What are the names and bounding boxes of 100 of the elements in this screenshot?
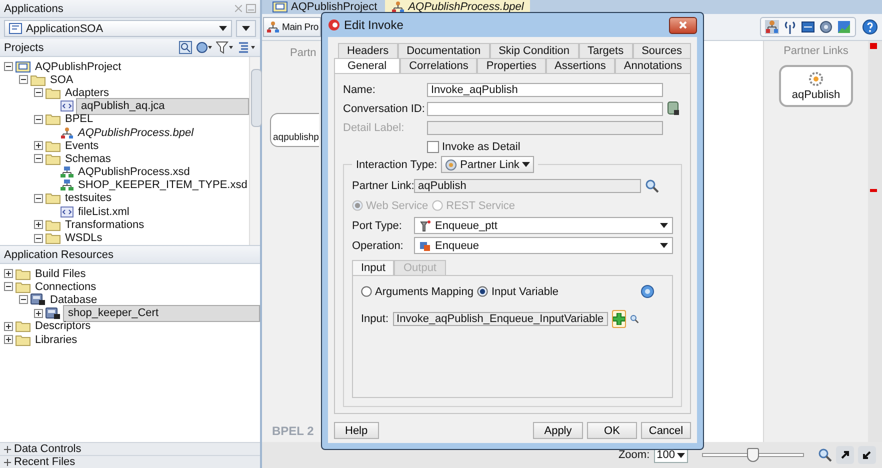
close-button[interactable]	[669, 16, 697, 34]
folder-icon	[15, 320, 31, 332]
collapse-toggle[interactable]	[4, 282, 13, 292]
name-field[interactable]: Invoke_aqPublish	[427, 82, 663, 96]
collapse-toggle[interactable]	[34, 194, 43, 203]
expand-button[interactable]	[836, 446, 854, 464]
tree-item[interactable]: Events	[63, 140, 101, 152]
expand-toggle[interactable]	[34, 308, 43, 318]
detail-field[interactable]	[427, 120, 663, 134]
collapsed-panel[interactable]: Recent Files	[0, 455, 260, 468]
tree-item[interactable]: SOA	[48, 74, 76, 86]
collapse-button[interactable]	[858, 446, 876, 464]
caret-icon	[242, 26, 250, 31]
tree-item[interactable]: testsuites	[63, 192, 114, 204]
error-marker[interactable]	[870, 189, 877, 192]
dialog-tab[interactable]: General	[334, 58, 400, 73]
collapse-toggle[interactable]	[4, 62, 13, 72]
close-icon	[679, 21, 687, 29]
dialog-tab[interactable]: Documentation	[398, 43, 490, 58]
scrollbar[interactable]	[249, 57, 260, 245]
tree-item[interactable]: Schemas	[63, 152, 113, 165]
dialog-button[interactable]: Help	[334, 422, 379, 439]
collapse-toggle[interactable]	[19, 295, 28, 304]
tree-item[interactable]: AQPublishProject	[33, 60, 124, 73]
slider-thumb[interactable]	[747, 448, 759, 462]
editor-tab[interactable]: AQPublishProject	[266, 0, 384, 14]
search-icon[interactable]	[818, 448, 832, 462]
tree-item[interactable]: WSDLs	[63, 232, 104, 244]
arrow-icon	[840, 450, 850, 460]
monitor-icon[interactable]	[801, 20, 815, 34]
view-button[interactable]: Main Pro	[263, 17, 322, 37]
tab[interactable]: Input	[352, 260, 394, 275]
folder-icon	[15, 334, 31, 346]
operation-dropdown[interactable]: Enqueue	[414, 237, 673, 254]
dialog-tab[interactable]: Skip Condition	[490, 43, 579, 58]
application-dropdown[interactable]: ApplicationSOA	[4, 20, 232, 37]
project-icon	[15, 60, 31, 73]
service-node[interactable]: aqpublishp	[270, 113, 319, 147]
antenna-icon[interactable]	[783, 20, 797, 34]
input-variable-field[interactable]: Invoke_aqPublish_Enqueue_InputVariable	[392, 312, 608, 326]
expand-toggle[interactable]	[34, 141, 43, 150]
radio-button[interactable]	[477, 286, 488, 297]
partner-link-field[interactable]: aqPublish	[414, 178, 641, 192]
dialog-button[interactable]: Apply	[533, 422, 583, 439]
filter-icon[interactable]	[216, 41, 234, 54]
folder-icon	[15, 268, 31, 280]
expand-toggle[interactable]	[34, 220, 43, 230]
tree-item[interactable]: Connections	[33, 280, 98, 293]
tree-item[interactable]: fileList.xml	[76, 206, 132, 218]
tree-item[interactable]: Descriptors	[33, 320, 93, 332]
interaction-dropdown[interactable]: Partner Link	[441, 156, 534, 173]
folder-icon	[45, 140, 61, 152]
plus-icon	[612, 312, 625, 324]
tree-item[interactable]: aqPublish_aq.jca	[76, 98, 250, 115]
collapse-toggle[interactable]	[34, 234, 43, 243]
tree-item[interactable]: Database	[48, 294, 100, 306]
search-icon[interactable]	[179, 41, 192, 54]
dialog-tab[interactable]: Properties	[477, 58, 546, 73]
hierarchy-icon	[266, 21, 280, 33]
hierarchy-icon[interactable]	[765, 20, 779, 34]
tree-item[interactable]: AQPublishProcess.bpel	[76, 126, 196, 139]
expand-toggle[interactable]	[4, 269, 13, 278]
tree-item[interactable]: AQPublishProcess.xsd	[76, 166, 192, 178]
tree-item[interactable]: Adapters	[63, 86, 112, 99]
tree-item[interactable]: Build Files	[33, 268, 88, 280]
dialog-tab[interactable]: Assertions	[546, 58, 615, 73]
dialog-button[interactable]: Cancel	[641, 422, 691, 439]
database-icon[interactable]	[667, 101, 680, 116]
conversation-field[interactable]	[427, 102, 663, 116]
checkbox[interactable]	[427, 140, 439, 152]
collapse-toggle[interactable]	[34, 114, 43, 124]
tree-item[interactable]: shop_keeper_Cert	[63, 304, 260, 322]
chart-icon[interactable]	[837, 20, 851, 34]
add-button[interactable]	[612, 310, 626, 328]
search-icon[interactable]	[645, 178, 659, 192]
dialog-tab[interactable]: Headers	[338, 43, 398, 58]
radio-label: Input Variable	[491, 286, 559, 298]
tree-item[interactable]: SHOP_KEEPER_ITEM_TYPE.xsd	[76, 179, 250, 192]
collapse-toggle[interactable]	[19, 75, 28, 84]
dialog-tab[interactable]: Sources	[632, 43, 691, 58]
dialog-tab[interactable]: Correlations	[400, 58, 478, 73]
partner-link-node[interactable]: aqPublish	[779, 65, 853, 107]
collapsed-panel[interactable]: Data Controls	[0, 442, 260, 455]
column-header: Partner Links	[784, 45, 848, 57]
collapse-toggle[interactable]	[34, 88, 43, 98]
menu-button[interactable]	[236, 20, 256, 37]
tree-item[interactable]: BPEL	[63, 113, 96, 126]
port-type-dropdown[interactable]: Enqueue_ptt	[414, 217, 673, 234]
layout-icon[interactable]	[238, 41, 256, 54]
dialog-button[interactable]: OK	[587, 422, 637, 439]
tree-item[interactable]: Transformations	[63, 218, 146, 231]
dialog-tab[interactable]: Annotations	[614, 58, 691, 73]
gear-icon[interactable]	[819, 20, 833, 34]
expand-toggle[interactable]	[4, 322, 13, 331]
collapse-toggle[interactable]	[34, 154, 43, 164]
error-marker[interactable]	[870, 43, 877, 49]
dialog-tab[interactable]: Targets	[578, 43, 633, 58]
tree-item[interactable]: Libraries	[33, 334, 80, 346]
expand-toggle[interactable]	[4, 335, 13, 344]
radio-button[interactable]	[361, 286, 372, 297]
